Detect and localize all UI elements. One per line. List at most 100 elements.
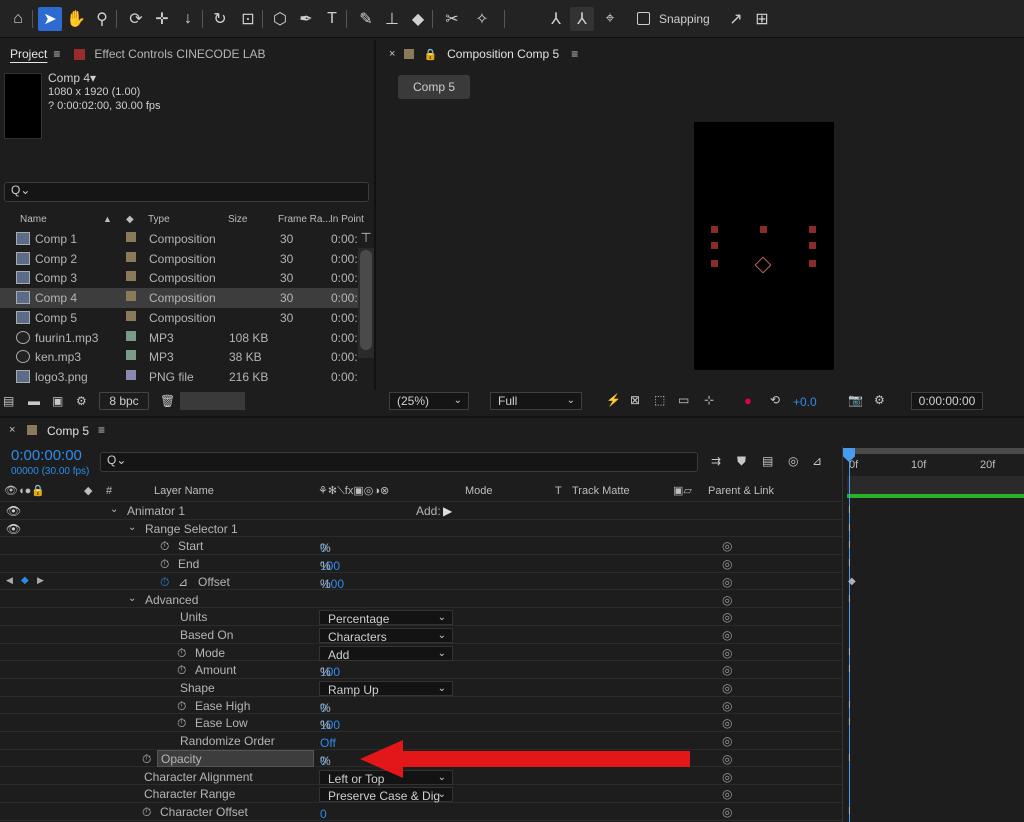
property-dropdown[interactable]: Add ⌄ — [319, 645, 453, 661]
property-name[interactable]: Opacity — [161, 752, 202, 766]
tab-composition[interactable]: Composition Comp 5 — [447, 47, 559, 61]
item-label-swatch[interactable] — [126, 232, 136, 242]
time-marker[interactable]: I — [848, 523, 852, 534]
exposure-reset-icon[interactable]: ⟲ — [770, 393, 780, 407]
brush-tool-icon[interactable]: ✎ — [354, 7, 378, 31]
hand-tool-icon[interactable]: ✋ — [64, 7, 88, 31]
eye-icon[interactable]: 👁 — [6, 522, 21, 536]
eraser-tool-icon[interactable]: ◆ — [406, 7, 430, 31]
time-marker[interactable]: I — [848, 594, 852, 605]
next-keyframe-icon[interactable]: ▶ — [37, 575, 44, 586]
pan-camera-icon[interactable]: ✛ — [150, 7, 174, 31]
project-search-input[interactable]: Q⌄ — [4, 182, 369, 202]
property-name[interactable]: Ease Low — [195, 716, 248, 730]
col-mode[interactable]: Mode — [465, 485, 493, 497]
property-dropdown[interactable]: Ramp Up ⌄ — [319, 681, 453, 697]
tab-project[interactable]: Project — [0, 47, 57, 61]
property-row[interactable]: 👁 ⌄ Animator 1 Add: ▶ — [0, 502, 842, 520]
tab-effect-controls[interactable]: Effect Controls CINECODE LAB — [94, 47, 265, 61]
expression-pickwhip-icon[interactable]: ◎ — [722, 539, 732, 553]
stopwatch-icon[interactable]: ⏱ — [160, 539, 169, 554]
clone-stamp-icon[interactable]: ⊥ — [380, 7, 404, 31]
property-row[interactable]: Units Percentage ⌄ ◎ — [0, 608, 842, 626]
item-label-swatch[interactable] — [126, 251, 136, 262]
work-area-bar[interactable] — [845, 448, 1024, 454]
home-icon[interactable]: ⌂ — [6, 7, 30, 31]
flowchart-icon[interactable]: ⊤ — [358, 230, 374, 246]
expression-pickwhip-icon[interactable]: ◎ — [722, 628, 732, 642]
time-marker[interactable]: I — [848, 540, 852, 551]
property-name[interactable]: Start — [178, 539, 203, 553]
col-track-matte[interactable]: Track Matte — [572, 485, 630, 497]
expression-pickwhip-icon[interactable]: ◎ — [722, 646, 732, 660]
expression-pickwhip-icon[interactable]: ◎ — [722, 557, 732, 571]
property-row[interactable]: ⏱ Ease Low 100% ◎ — [0, 714, 842, 732]
twirl-down-icon[interactable]: ⌄ — [128, 522, 136, 533]
property-name[interactable]: Units — [180, 610, 207, 624]
project-item-row[interactable]: Comp 5 Composition 30 0:00:0 — [0, 308, 358, 328]
time-marker[interactable]: I — [848, 700, 852, 711]
property-dropdown[interactable]: Characters ⌄ — [319, 627, 453, 643]
trash-icon[interactable]: 🗑 — [160, 394, 175, 408]
property-name[interactable]: Range Selector 1 — [145, 522, 238, 536]
zoom-tool-icon[interactable]: ⚲ — [90, 7, 114, 31]
property-value[interactable]: 0 — [320, 807, 327, 821]
orbit-camera-icon[interactable]: ⟳ — [124, 7, 148, 31]
project-settings-icon[interactable]: ⚙ — [76, 394, 87, 408]
close-icon[interactable]: × — [389, 48, 395, 60]
expression-pickwhip-icon[interactable]: ◎ — [722, 610, 732, 624]
graph-icon[interactable]: ⊿ — [178, 575, 188, 589]
property-name[interactable]: Randomize Order — [180, 734, 275, 748]
item-label-swatch[interactable] — [126, 271, 136, 282]
project-item-row[interactable]: Comp 3 Composition 30 0:00:0 — [0, 268, 358, 288]
stopwatch-icon[interactable]: ⏱ — [142, 805, 151, 820]
pen-tool-icon[interactable]: ✒ — [294, 7, 318, 31]
col-name[interactable]: Name — [20, 214, 47, 225]
property-row[interactable]: Based On Characters ⌄ ◎ — [0, 626, 842, 644]
item-label-swatch[interactable] — [126, 291, 136, 302]
item-label-swatch[interactable] — [126, 350, 136, 361]
col-size[interactable]: Size — [228, 214, 247, 225]
item-label-swatch[interactable] — [126, 369, 136, 380]
project-item-row[interactable]: Comp 2 Composition 30 0:00:0 — [0, 249, 358, 269]
property-row[interactable]: ⏱ Mode Add ⌄ ◎ — [0, 644, 842, 662]
transparency-grid-icon[interactable]: ⊠ — [630, 393, 640, 407]
property-row[interactable]: ⏱ End 100% ◎ — [0, 555, 842, 573]
frame-blending-icon[interactable]: ◎ — [788, 454, 798, 468]
stopwatch-icon[interactable]: ⏱ — [177, 699, 186, 714]
panel-menu-icon[interactable]: ≡ — [571, 47, 578, 61]
property-value[interactable]: Off — [320, 736, 336, 750]
rotate-tool-icon[interactable]: ↻ — [208, 7, 232, 31]
time-marker[interactable]: I — [848, 664, 852, 675]
sort-arrow-icon[interactable]: ▲ — [103, 214, 112, 224]
item-label-swatch[interactable] — [126, 310, 136, 321]
draft-3d-icon[interactable]: ⛊ — [737, 454, 746, 469]
col-layer-name[interactable]: Layer Name — [154, 485, 214, 497]
shape-tool-icon[interactable]: ⬡ — [268, 7, 292, 31]
expression-pickwhip-icon[interactable]: ◎ — [722, 805, 732, 819]
time-marker[interactable]: I — [848, 753, 852, 764]
view-axis-icon[interactable]: ⌖ — [598, 7, 622, 31]
panel-menu-icon[interactable]: ≡ — [53, 47, 60, 61]
panel-menu-icon[interactable]: ≡ — [98, 423, 105, 437]
property-name[interactable]: Character Alignment — [144, 770, 253, 784]
property-dropdown[interactable]: Preserve Case & Dig ⌄ — [319, 787, 453, 803]
keyframe-marker[interactable]: ◆ — [848, 576, 856, 587]
new-composition-icon[interactable]: ▣ — [52, 394, 63, 408]
puppet-pin-icon[interactable]: ✧ — [470, 7, 494, 31]
col-type[interactable]: Type — [148, 214, 170, 225]
stopwatch-icon[interactable]: ⏱ — [160, 575, 169, 590]
property-row[interactable]: ⏱ Ease High 0% ◎ — [0, 697, 842, 715]
expression-pickwhip-icon[interactable]: ◎ — [722, 663, 732, 677]
item-label-swatch[interactable] — [126, 330, 136, 341]
zoom-dropdown[interactable]: (25%) ⌄ — [389, 392, 469, 410]
property-name[interactable]: Offset — [198, 575, 230, 589]
property-row[interactable]: ⏱ Character Offset 0 ◎ — [0, 803, 842, 821]
graph-editor-icon[interactable]: ⊿ — [812, 454, 822, 468]
time-marker[interactable]: I — [848, 806, 852, 817]
col-parent-link[interactable]: Parent & Link — [708, 485, 774, 497]
stopwatch-icon[interactable]: ⏱ — [177, 646, 186, 661]
timeline-search-input[interactable]: Q⌄ — [100, 452, 698, 472]
composition-mini-flowchart-icon[interactable]: ⇉ — [711, 454, 721, 468]
roto-brush-icon[interactable]: ✂ — [440, 7, 464, 31]
